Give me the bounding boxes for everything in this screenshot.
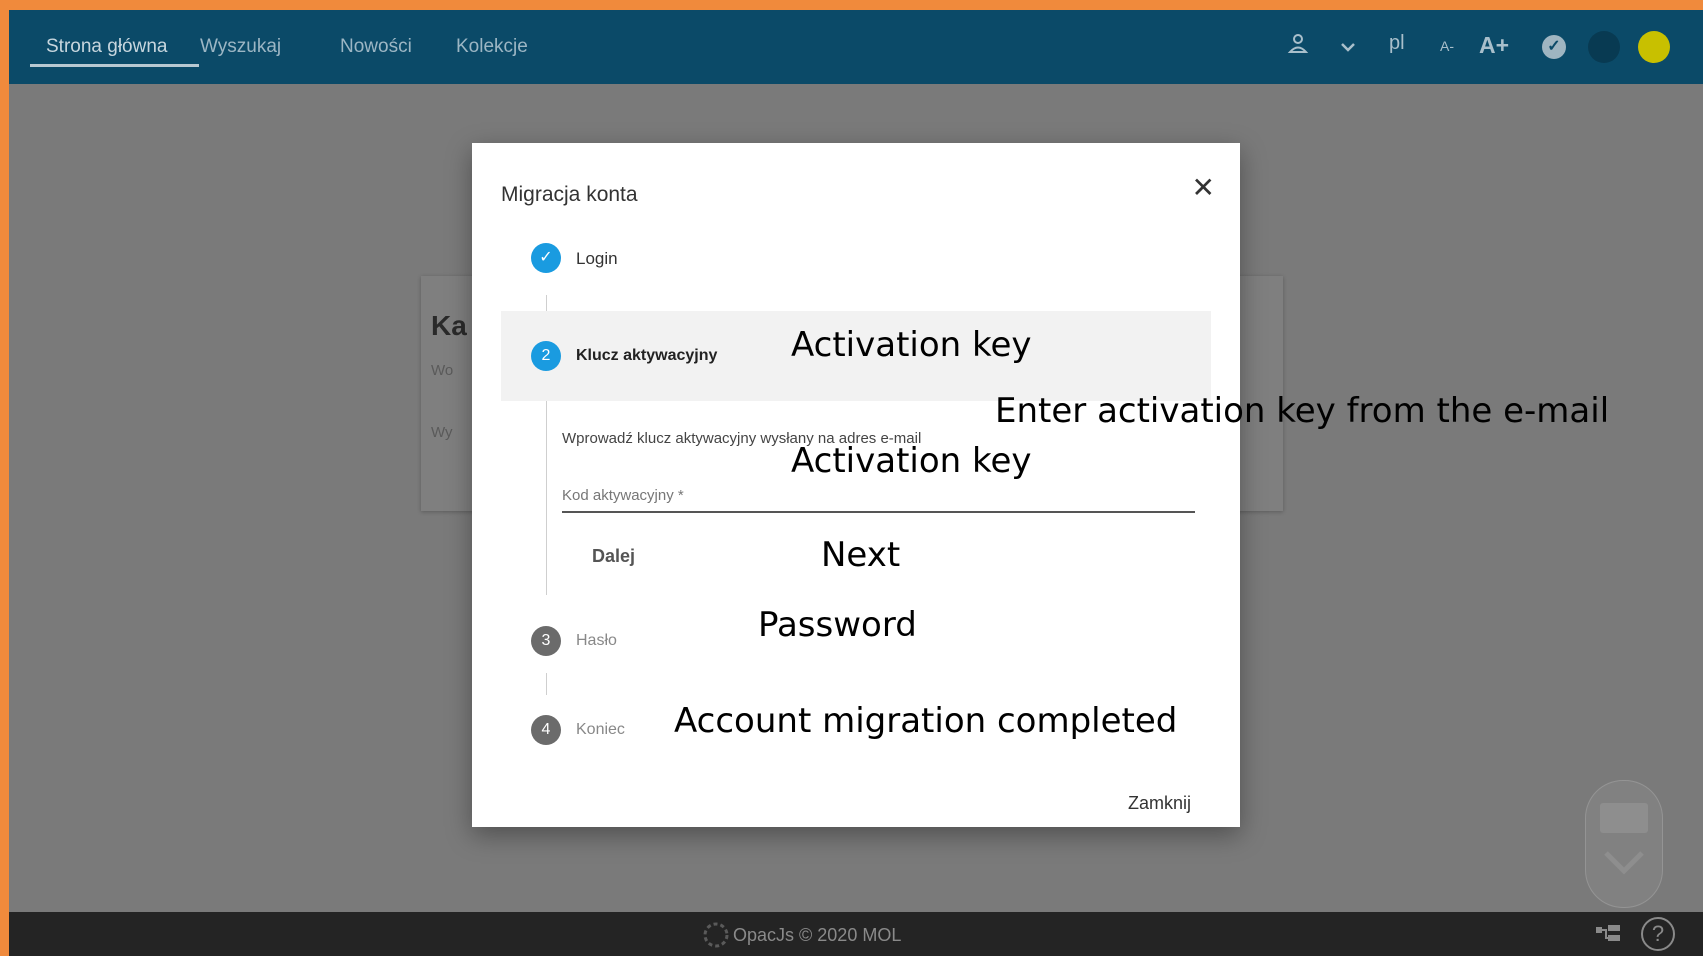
- activation-code-underline: [562, 511, 1195, 513]
- language-switch[interactable]: pl: [1389, 32, 1405, 55]
- scroll-widget[interactable]: [1585, 780, 1663, 908]
- chevron-down-icon[interactable]: [1340, 36, 1356, 59]
- dialog-title: Migracja konta: [501, 183, 638, 206]
- close-icon[interactable]: ✕: [1192, 171, 1215, 204]
- close-dialog-button[interactable]: Zamknij: [1128, 793, 1191, 814]
- nav-collections[interactable]: Kolekcje: [456, 36, 528, 58]
- step-4-number: 4: [531, 715, 561, 745]
- step-3-label: Hasło: [576, 632, 617, 649]
- top-nav-bar: Strona główna Wyszukaj Nowości Kolekcje …: [9, 10, 1703, 84]
- footer-bar: OpacJs © 2020 MOL ?: [9, 912, 1703, 956]
- step-2-label: Klucz aktywacyjny: [576, 347, 718, 364]
- next-button[interactable]: Dalej: [592, 546, 635, 567]
- step-2-annotation: Activation key: [791, 325, 1032, 365]
- step-1-done-icon: ✓: [531, 243, 561, 273]
- background-field-1: Wo: [431, 362, 454, 379]
- step-3-annotation: Password: [758, 605, 917, 645]
- activation-code-field[interactable]: Kod aktywacyjny *: [562, 487, 684, 504]
- instruction-annotation: Enter activation key from the e-mail: [995, 391, 1610, 431]
- step-1-label: Login: [576, 249, 618, 268]
- account-migration-dialog: Migracja konta ✕ ✓ Login 2 Klucz aktywac…: [472, 143, 1609, 827]
- step-2-number: 2: [531, 341, 561, 371]
- step-3-number: 3: [531, 626, 561, 656]
- nav-active-indicator: [30, 64, 199, 67]
- app-frame: Strona główna Wyszukaj Nowości Kolekcje …: [9, 10, 1703, 956]
- font-larger-button[interactable]: A+: [1479, 32, 1509, 59]
- nav-search[interactable]: Wyszukaj: [200, 36, 281, 58]
- font-smaller-button[interactable]: A-: [1440, 38, 1454, 54]
- check-circle-icon[interactable]: ✓: [1542, 35, 1566, 59]
- step-connector: [546, 401, 547, 595]
- background-card-title: Ka: [431, 310, 467, 341]
- user-icon[interactable]: [1287, 32, 1309, 60]
- nav-news[interactable]: Nowości: [340, 36, 412, 58]
- nav-home[interactable]: Strona główna: [46, 36, 167, 58]
- step-4-annotation: Account migration completed: [674, 701, 1178, 741]
- sitemap-icon[interactable]: [1594, 923, 1622, 952]
- next-annotation: Next: [821, 535, 901, 575]
- contrast-yellow-icon[interactable]: [1638, 31, 1670, 63]
- step-4-label: Koniec: [576, 721, 625, 738]
- field-annotation: Activation key: [791, 441, 1032, 481]
- scroll-down-icon: [1600, 803, 1648, 875]
- step-connector: [546, 673, 547, 695]
- footer-copyright: OpacJs © 2020 MOL: [733, 925, 902, 945]
- opac-logo-icon: [702, 921, 730, 954]
- help-icon[interactable]: ?: [1641, 917, 1675, 951]
- background-field-2: Wy: [431, 424, 453, 441]
- contrast-dark-icon[interactable]: [1588, 31, 1620, 63]
